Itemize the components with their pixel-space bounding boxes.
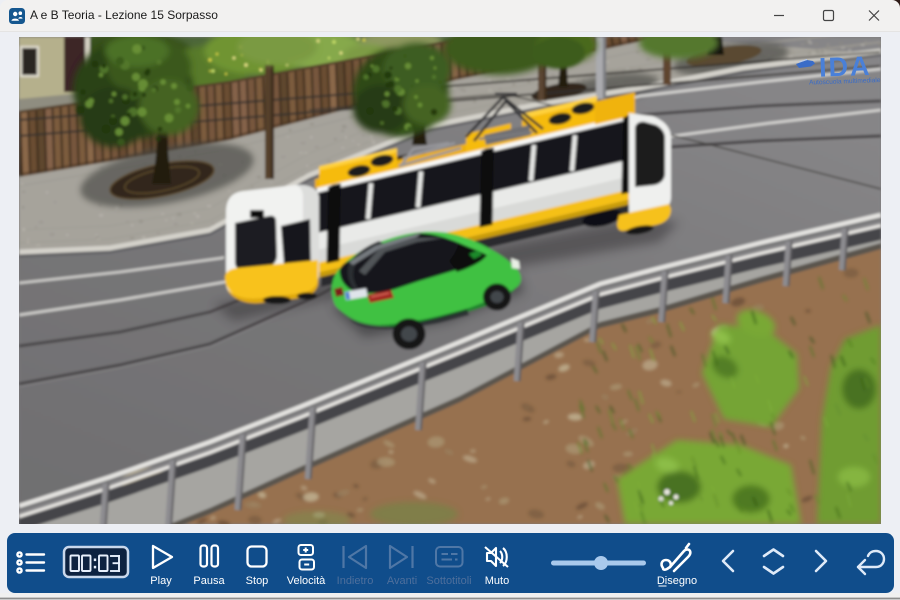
svg-text:Muto: Muto (485, 575, 509, 587)
svg-text:Pausa: Pausa (193, 575, 225, 587)
svg-text:Indietro: Indietro (337, 575, 374, 587)
svg-text:Avanti: Avanti (387, 575, 417, 587)
svg-text:Play: Play (150, 575, 172, 587)
svg-text:Sottotitoli: Sottotitoli (426, 575, 471, 587)
svg-text:Disegno: Disegno (657, 575, 697, 587)
svg-text:Stop: Stop (246, 575, 269, 587)
svg-text:Velocità: Velocità (287, 575, 326, 587)
